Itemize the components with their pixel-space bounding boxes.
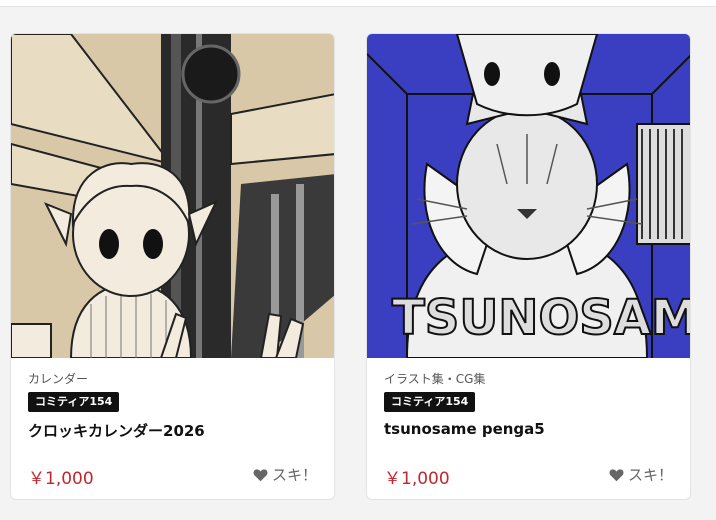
product-title[interactable]: tsunosame penga5 <box>384 420 545 438</box>
svg-text:TSUNOSAME: TSUNOSAME <box>392 290 690 346</box>
like-label: スキ！ <box>271 466 317 484</box>
product-card[interactable]: カレンダー コミティア154 クロッキカレンダー2026 ￥1,000 スキ！ <box>10 33 335 500</box>
like-label: スキ！ <box>627 466 673 484</box>
like-button[interactable]: スキ！ <box>253 464 317 485</box>
product-price: ￥1,000 <box>384 469 450 489</box>
product-category: イラスト集・CG集 <box>384 372 486 386</box>
top-bar <box>0 0 716 7</box>
like-button[interactable]: スキ！ <box>609 464 673 485</box>
manga-cat-illustration-icon: TSUNOSAME <box>367 34 690 358</box>
product-thumbnail[interactable]: TSUNOSAME <box>367 34 690 358</box>
product-card[interactable]: TSUNOSAME イラスト集・CG集 コミティア154 tsunosame p… <box>366 33 691 500</box>
manga-girl-illustration-icon <box>11 34 334 358</box>
product-price: ￥1,000 <box>28 469 94 489</box>
product-title[interactable]: クロッキカレンダー2026 <box>28 420 205 441</box>
heart-icon <box>609 468 624 481</box>
heart-icon <box>253 468 268 481</box>
event-badge: コミティア154 <box>28 392 120 412</box>
event-badge: コミティア154 <box>384 392 476 412</box>
product-category: カレンダー <box>28 372 89 386</box>
product-thumbnail[interactable] <box>11 34 334 358</box>
